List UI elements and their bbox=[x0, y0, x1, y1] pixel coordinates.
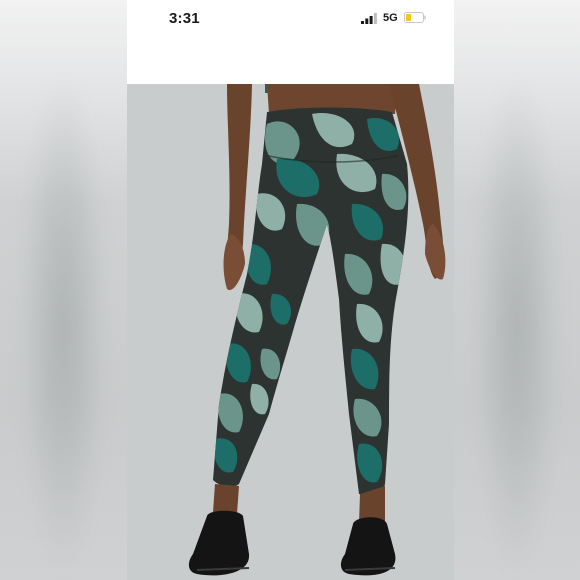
camo-leggings-image bbox=[127, 84, 454, 580]
phone-screenshot: 3:31 5G bbox=[127, 0, 454, 580]
battery-low-icon bbox=[404, 12, 426, 23]
status-time: 3:31 bbox=[169, 10, 200, 27]
network-type: 5G bbox=[383, 12, 398, 24]
status-bar: 3:31 5G bbox=[127, 0, 454, 84]
blurred-side-panel-left bbox=[0, 0, 127, 580]
cellular-signal-icon bbox=[361, 13, 377, 24]
blurred-side-panel-right bbox=[454, 0, 580, 580]
product-photo bbox=[127, 84, 454, 580]
